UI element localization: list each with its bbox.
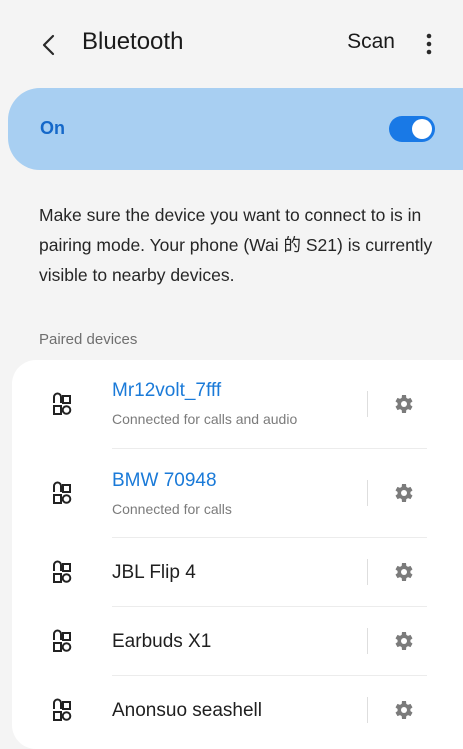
device-row-mr12volt[interactable]: Mr12volt_7fff Connected for calls and au… [12,360,463,449]
gear-icon[interactable] [391,629,415,653]
chevron-left-icon [42,34,55,56]
more-options-button[interactable] [422,30,436,58]
device-name: Mr12volt_7fff [112,380,222,401]
device-status: Connected for calls and audio [112,411,298,427]
earbuds-icon [53,560,72,583]
back-button[interactable] [34,30,64,60]
device-row-bmw[interactable]: BMW 70948 Connected for calls [12,449,463,538]
device-status: Connected for calls [112,501,232,517]
earbuds-icon [53,481,72,504]
gear-icon[interactable] [391,560,415,584]
device-row-anonsuo[interactable]: Anonsuo seashell [12,676,463,746]
gear-icon[interactable] [391,481,415,505]
device-name: Anonsuo seashell [112,700,262,721]
pairing-helper-text: Make sure the device you want to connect… [39,205,433,285]
page-title: Bluetooth [82,28,184,55]
device-row-earbuds-x1[interactable]: Earbuds X1 [12,607,463,676]
bluetooth-settings-screen: Bluetooth Scan On Make sure the device y… [0,0,463,749]
row-separator [367,391,368,417]
paired-devices-list: Mr12volt_7fff Connected for calls and au… [12,360,463,749]
device-name: JBL Flip 4 [112,562,196,583]
toggle-knob [412,119,432,139]
bluetooth-toggle[interactable] [389,116,435,142]
row-separator [367,559,368,585]
paired-devices-header: Paired devices [39,331,138,348]
bluetooth-master-switch[interactable]: On [8,88,463,170]
earbuds-icon [53,698,72,721]
scan-button[interactable]: Scan [347,30,395,54]
device-name: Earbuds X1 [112,631,212,652]
row-separator [367,480,368,506]
earbuds-icon [53,629,72,652]
row-separator [367,697,368,723]
app-bar: Bluetooth Scan [0,0,463,88]
gear-icon[interactable] [391,392,415,416]
device-name: BMW 70948 [112,470,217,491]
more-vertical-icon [426,33,432,55]
earbuds-icon [53,392,72,415]
switch-label: On [40,118,65,138]
device-row-jbl[interactable]: JBL Flip 4 [12,538,463,607]
gear-icon[interactable] [391,698,415,722]
row-separator [367,628,368,654]
